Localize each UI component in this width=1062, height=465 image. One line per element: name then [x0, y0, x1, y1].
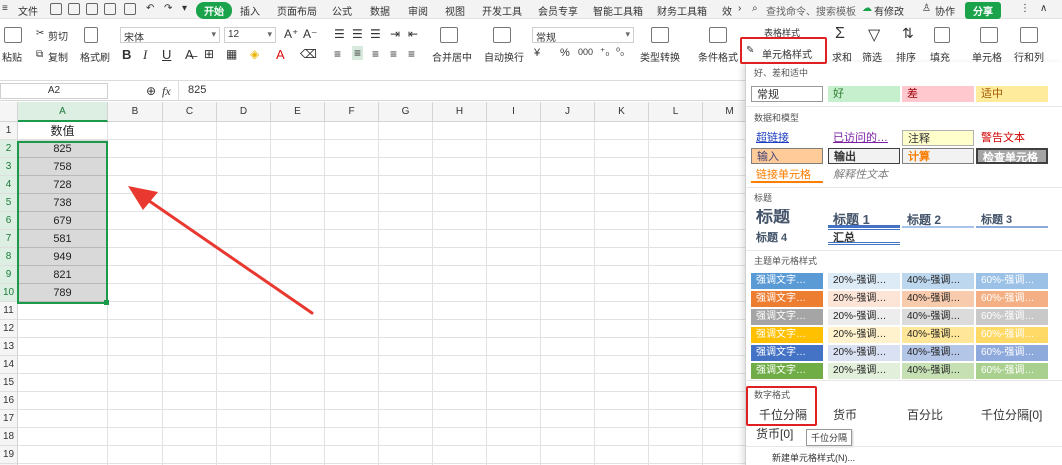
search-icon[interactable]: ⌕ — [752, 3, 758, 14]
style-good[interactable]: 好 — [828, 86, 900, 102]
style-accent-1-3[interactable]: 40%-强调… — [902, 273, 974, 289]
style-accent-1-1[interactable]: 强调文字… — [751, 273, 823, 289]
style-accent-2-2[interactable]: 20%-强调… — [828, 291, 900, 307]
style-accent-5-2[interactable]: 20%-强调… — [828, 345, 900, 361]
style-explanatory[interactable]: 解释性文本 — [828, 167, 918, 183]
rowcol-icon[interactable] — [1020, 27, 1038, 43]
style-accent-5-3[interactable]: 40%-强调… — [902, 345, 974, 361]
style-accent-2-1[interactable]: 强调文字… — [751, 291, 823, 307]
style-linked-cell[interactable]: 链接单元格 — [751, 167, 823, 183]
style-title[interactable]: 标题 — [751, 209, 823, 231]
more-icon[interactable]: ⋮ — [1020, 3, 1030, 14]
collab-button[interactable]: 协作 — [935, 3, 955, 18]
command-search[interactable]: 查找命令、搜索模板 — [766, 3, 856, 18]
unsaved-status[interactable]: 有修改 — [874, 3, 904, 18]
style-calc[interactable]: 计算 — [902, 148, 974, 164]
highlight-cell-style — [740, 37, 827, 64]
sort-icon[interactable]: ⇅ — [902, 25, 914, 42]
style-accent-1-2[interactable]: 20%-强调… — [828, 273, 900, 289]
divider — [746, 187, 1062, 188]
share-button[interactable]: 分享 — [965, 2, 1001, 19]
style-check[interactable]: 检查单元格 — [976, 148, 1048, 164]
collapse-icon[interactable]: ∧ — [1040, 3, 1047, 14]
style-accent-3-4[interactable]: 60%-强调… — [976, 309, 1048, 325]
style-hyperlink[interactable]: 超链接 — [751, 130, 823, 146]
fill-icon[interactable] — [934, 27, 950, 43]
style-visited[interactable]: 已访问的… — [828, 130, 900, 146]
style-accent-5-4[interactable]: 60%-强调… — [976, 345, 1048, 361]
section-theme: 主题单元格样式 — [754, 256, 818, 266]
style-heading-4[interactable]: 标题 4 — [751, 230, 823, 246]
style-accent-3-3[interactable]: 40%-强调… — [902, 309, 974, 325]
style-accent-3-1[interactable]: 强调文字… — [751, 309, 823, 325]
annotation-arrow — [128, 186, 314, 315]
style-input[interactable]: 输入 — [751, 148, 823, 164]
section-data-model: 数据和模型 — [754, 113, 800, 123]
style-note[interactable]: 注释 — [902, 130, 974, 146]
divider — [746, 250, 1062, 251]
style-heading-1[interactable]: 标题 1 — [828, 212, 900, 228]
tooltip: 千位分隔 — [806, 429, 853, 446]
style-total[interactable]: 汇总 — [828, 229, 900, 245]
filter-icon[interactable]: ▽ — [868, 25, 880, 45]
sum-icon[interactable]: Σ — [835, 25, 845, 43]
divider — [746, 380, 1062, 381]
cell-icon[interactable] — [980, 27, 998, 43]
section-title: 标题 — [754, 193, 773, 203]
style-accent-3-2[interactable]: 20%-强调… — [828, 309, 900, 325]
divider — [746, 446, 1062, 447]
arrow-shaft — [140, 194, 314, 315]
style-accent-2-3[interactable]: 40%-强调… — [902, 291, 974, 307]
collab-icon: ♙ — [922, 3, 931, 14]
style-normal[interactable]: 常规 — [751, 86, 823, 102]
style-accent-6-4[interactable]: 60%-强调… — [976, 363, 1048, 379]
style-accent-4-4[interactable]: 60%-强调… — [976, 327, 1048, 343]
style-currency[interactable]: 货币 — [828, 407, 896, 423]
style-neutral[interactable]: 适中 — [976, 86, 1048, 102]
style-accent-5-1[interactable]: 强调文字… — [751, 345, 823, 361]
highlight-comma — [746, 386, 817, 426]
style-accent-1-4[interactable]: 60%-强调… — [976, 273, 1048, 289]
new-cell-style-button[interactable]: 新建单元格样式(N)... — [772, 451, 855, 464]
style-accent-4-1[interactable]: 强调文字… — [751, 327, 823, 343]
style-accent-6-1[interactable]: 强调文字… — [751, 363, 823, 379]
style-accent-4-3[interactable]: 40%-强调… — [902, 327, 974, 343]
style-accent-2-4[interactable]: 60%-强调… — [976, 291, 1048, 307]
style-bad[interactable]: 差 — [902, 86, 974, 102]
style-percent[interactable]: 百分比 — [902, 407, 970, 423]
divider — [746, 106, 1062, 107]
style-output[interactable]: 输出 — [828, 148, 900, 164]
style-heading-3[interactable]: 标题 3 — [976, 212, 1048, 228]
style-accent-6-3[interactable]: 40%-强调… — [902, 363, 974, 379]
section-good-bad: 好、差和适中 — [754, 68, 809, 78]
cloud-icon: ☁ — [862, 3, 872, 14]
style-comma-0[interactable]: 千位分隔[0] — [976, 407, 1060, 423]
style-accent-4-2[interactable]: 20%-强调… — [828, 327, 900, 343]
style-heading-2[interactable]: 标题 2 — [902, 212, 974, 228]
arrow-head — [128, 186, 158, 210]
style-accent-6-2[interactable]: 20%-强调… — [828, 363, 900, 379]
style-warning[interactable]: 警告文本 — [976, 130, 1048, 146]
